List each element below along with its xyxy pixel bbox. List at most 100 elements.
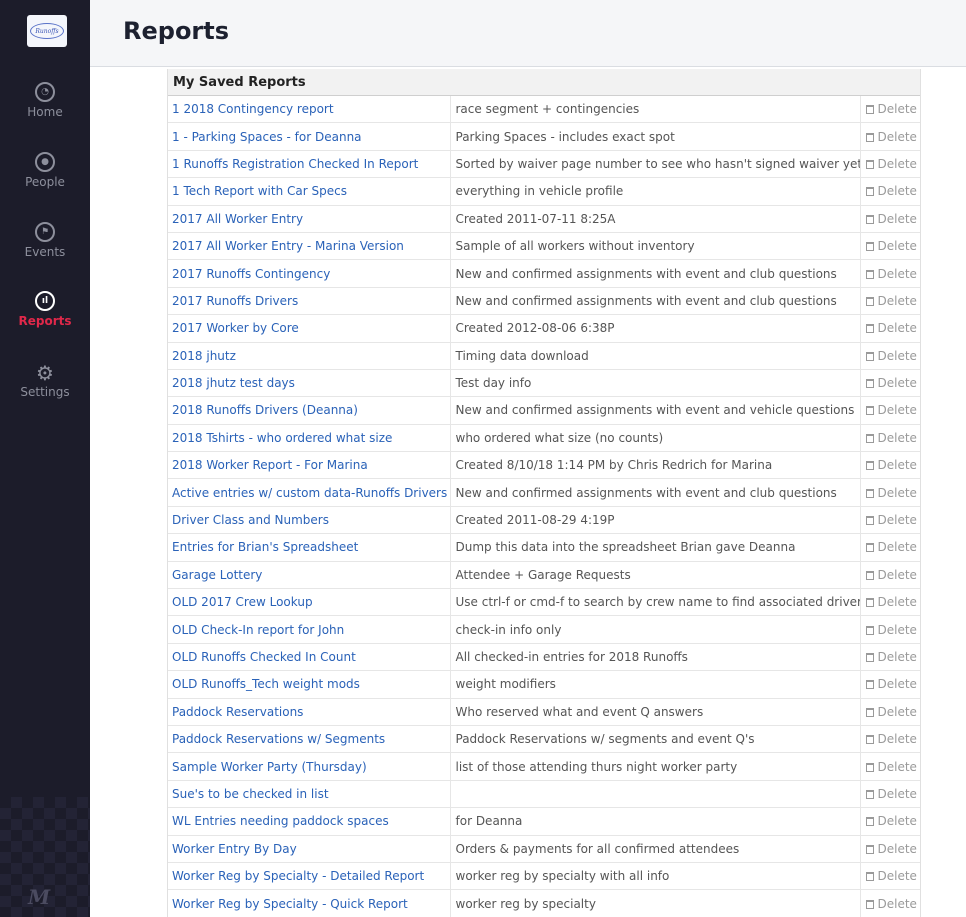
table-row: 2018 jhutz test days Test day info Delete: [167, 368, 922, 397]
delete-label: Delete: [877, 458, 917, 473]
report-link[interactable]: Worker Reg by Specialty - Detailed Repor…: [172, 869, 424, 883]
report-link[interactable]: 1 - Parking Spaces - for Deanna: [172, 130, 362, 144]
report-name-cell: 2017 Runoffs Contingency: [167, 259, 451, 288]
report-link[interactable]: 2017 Runoffs Drivers: [172, 294, 298, 308]
report-link[interactable]: Paddock Reservations: [172, 705, 303, 719]
trash-icon: [865, 351, 874, 361]
report-link[interactable]: 2018 Runoffs Drivers (Deanna): [172, 403, 358, 417]
report-link[interactable]: 2017 All Worker Entry - Marina Version: [172, 239, 404, 253]
report-link[interactable]: Driver Class and Numbers: [172, 513, 329, 527]
gear-icon: ⚙: [36, 361, 54, 385]
report-link[interactable]: 2018 jhutz test days: [172, 376, 295, 390]
delete-label: Delete: [877, 677, 917, 692]
report-link[interactable]: Entries for Brian's Spreadsheet: [172, 540, 358, 554]
delete-button[interactable]: Delete: [860, 478, 922, 507]
sidebar-item-people[interactable]: ● People: [0, 152, 90, 189]
report-link[interactable]: 1 Tech Report with Car Specs: [172, 184, 347, 198]
delete-button[interactable]: Delete: [860, 396, 922, 425]
trash-icon: [865, 296, 874, 306]
report-description: [450, 779, 861, 808]
delete-button[interactable]: Delete: [860, 752, 922, 781]
trash-icon: [865, 324, 874, 334]
delete-button[interactable]: Delete: [860, 451, 922, 479]
delete-label: Delete: [877, 485, 917, 500]
table-row: 2017 All Worker Entry Created 2011-07-11 …: [167, 204, 922, 233]
delete-button[interactable]: Delete: [860, 807, 922, 836]
delete-button[interactable]: Delete: [860, 588, 922, 616]
report-link[interactable]: OLD 2017 Crew Lookup: [172, 595, 313, 609]
delete-button[interactable]: Delete: [860, 779, 922, 808]
report-name-cell: Paddock Reservations w/ Segments: [167, 724, 451, 753]
report-link[interactable]: OLD Runoffs_Tech weight mods: [172, 677, 360, 691]
table-row: Entries for Brian's Spreadsheet Dump this…: [167, 533, 922, 562]
delete-button[interactable]: Delete: [860, 368, 922, 397]
delete-button[interactable]: Delete: [860, 615, 922, 644]
report-link[interactable]: Garage Lottery: [172, 568, 262, 582]
delete-button[interactable]: Delete: [860, 834, 922, 863]
sidebar-item-home[interactable]: ◔ Home: [0, 82, 90, 119]
report-link[interactable]: 2017 All Worker Entry: [172, 212, 303, 226]
report-link[interactable]: 2018 jhutz: [172, 349, 236, 363]
report-description: list of those attending thurs night work…: [450, 752, 861, 781]
delete-button[interactable]: Delete: [860, 423, 922, 452]
report-description: Parking Spaces - includes exact spot: [450, 122, 861, 151]
delete-button[interactable]: Delete: [860, 259, 922, 288]
delete-button[interactable]: Delete: [860, 204, 922, 233]
report-link[interactable]: OLD Check-In report for John: [172, 623, 344, 637]
delete-label: Delete: [877, 321, 917, 336]
report-name-cell: 2017 All Worker Entry - Marina Version: [167, 231, 451, 260]
report-link[interactable]: Sue's to be checked in list: [172, 787, 329, 801]
delete-button[interactable]: Delete: [860, 94, 922, 123]
table-row: Sample Worker Party (Thursday) list of th…: [167, 752, 922, 781]
report-link[interactable]: 2018 Worker Report - For Marina: [172, 458, 368, 472]
delete-button[interactable]: Delete: [860, 533, 922, 562]
delete-button[interactable]: Delete: [860, 341, 922, 370]
sidebar-item-reports[interactable]: ıl Reports: [0, 291, 90, 328]
delete-button[interactable]: Delete: [860, 314, 922, 343]
report-link[interactable]: Worker Entry By Day: [172, 842, 297, 856]
delete-button[interactable]: Delete: [860, 642, 922, 671]
delete-button[interactable]: Delete: [860, 670, 922, 699]
report-link[interactable]: Paddock Reservations w/ Segments: [172, 732, 385, 746]
report-link[interactable]: 2017 Worker by Core: [172, 321, 299, 335]
report-description: All checked-in entries for 2018 Runoffs: [450, 642, 861, 671]
report-description: Sample of all workers without inventory: [450, 231, 861, 260]
app-logo[interactable]: Runoffs: [27, 15, 67, 47]
report-link[interactable]: Sample Worker Party (Thursday): [172, 760, 367, 774]
report-link[interactable]: 1 2018 Contingency report: [172, 102, 334, 116]
sidebar-item-label: Home: [27, 105, 63, 119]
delete-button[interactable]: Delete: [860, 231, 922, 260]
report-description: everything in vehicle profile: [450, 177, 861, 206]
report-link[interactable]: 2018 Tshirts - who ordered what size: [172, 431, 392, 445]
report-link[interactable]: 2017 Runoffs Contingency: [172, 267, 330, 281]
delete-button[interactable]: Delete: [860, 697, 922, 726]
delete-button[interactable]: Delete: [860, 286, 922, 315]
report-link[interactable]: WL Entries needing paddock spaces: [172, 814, 389, 828]
delete-button[interactable]: Delete: [860, 505, 922, 534]
table-row: 2017 All Worker Entry - Marina Version Sa…: [167, 231, 922, 260]
table-row: 2018 Runoffs Drivers (Deanna) New and con…: [167, 396, 922, 425]
trash-icon: [865, 269, 874, 279]
delete-button[interactable]: Delete: [860, 122, 922, 151]
sidebar-item-settings[interactable]: ⚙ Settings: [0, 362, 90, 399]
delete-button[interactable]: Delete: [860, 889, 922, 917]
report-description: Who reserved what and event Q answers: [450, 697, 861, 726]
table-row: Driver Class and Numbers Created 2011-08-…: [167, 505, 922, 534]
person-icon: ●: [35, 152, 55, 172]
sidebar-item-events[interactable]: ⚑ Events: [0, 222, 90, 259]
delete-button[interactable]: Delete: [860, 724, 922, 753]
delete-button[interactable]: Delete: [860, 149, 922, 178]
gauge-icon: ◔: [35, 82, 55, 102]
delete-button[interactable]: Delete: [860, 560, 922, 589]
delete-label: Delete: [877, 266, 917, 281]
report-link[interactable]: OLD Runoffs Checked In Count: [172, 650, 356, 664]
delete-button[interactable]: Delete: [860, 177, 922, 206]
sidebar-item-label: People: [25, 175, 65, 189]
report-link[interactable]: Worker Reg by Specialty - Quick Report: [172, 897, 408, 911]
delete-button[interactable]: Delete: [860, 861, 922, 890]
report-link[interactable]: 1 Runoffs Registration Checked In Report: [172, 157, 418, 171]
report-name-cell: 1 2018 Contingency report: [167, 94, 451, 123]
table-row: OLD Check-In report for John check-in inf…: [167, 615, 922, 644]
delete-label: Delete: [877, 786, 917, 801]
report-link[interactable]: Active entries w/ custom data-Runoffs Dr…: [172, 486, 447, 500]
